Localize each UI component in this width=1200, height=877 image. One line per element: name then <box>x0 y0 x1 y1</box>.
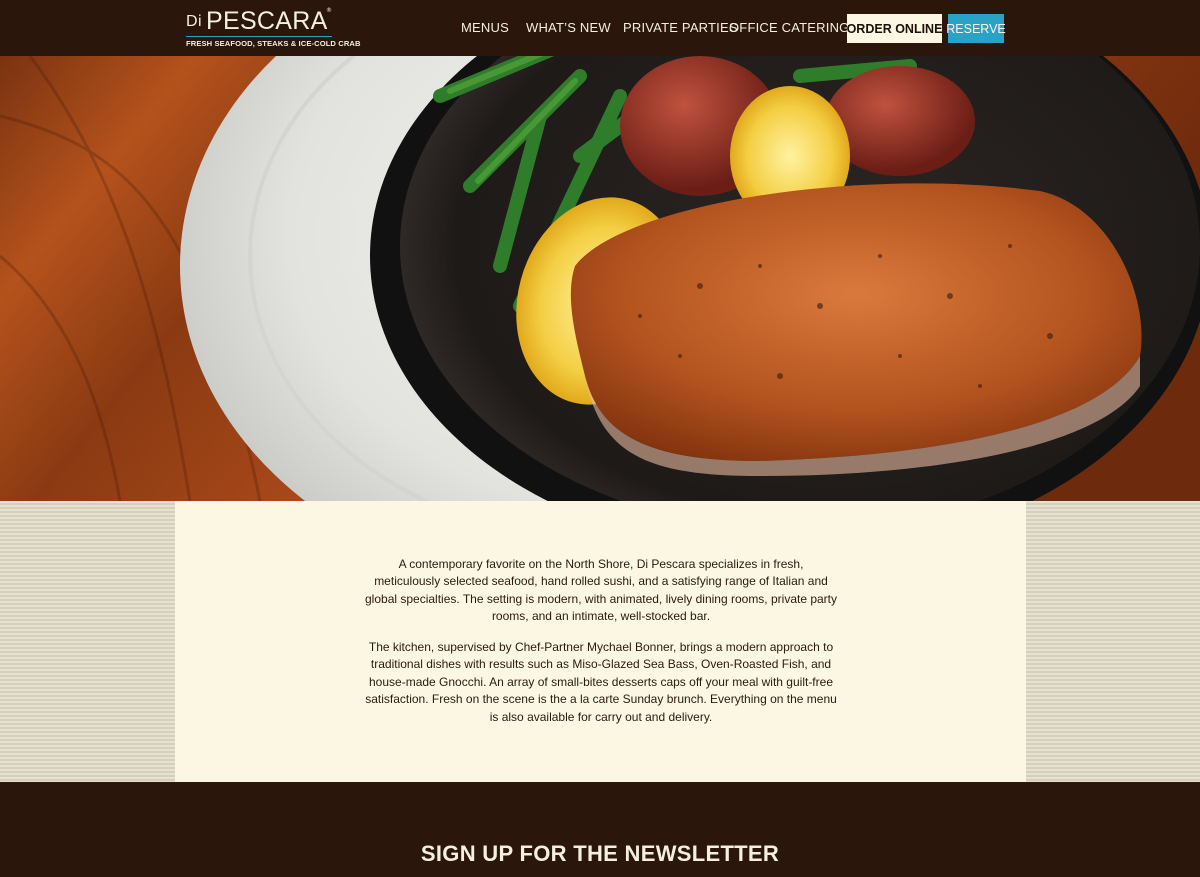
about-paragraph-2: The kitchen, supervised by Chef-Partner … <box>365 640 837 724</box>
nav-private-parties[interactable]: PRIVATE PARTIES <box>623 20 738 35</box>
logo-name: PESCARA <box>206 7 328 35</box>
nav-whats-new[interactable]: WHAT’S NEW <box>526 20 611 35</box>
nav-menus[interactable]: MENUS <box>461 20 509 35</box>
logo[interactable]: Di PESCARA ® FRESH SEAFOOD, STEAKS & ICE… <box>186 7 360 51</box>
logo-divider <box>186 36 332 37</box>
logo-registered-mark: ® <box>326 7 332 14</box>
hero-image <box>0 56 1200 501</box>
about-paragraph-1: A contemporary favorite on the North Sho… <box>365 557 838 624</box>
nav-office-catering[interactable]: OFFICE CATERING <box>729 20 849 35</box>
salmon-dish-image <box>0 56 1200 501</box>
logo-tagline: FRESH SEAFOOD, STEAKS & ICE-COLD CRAB <box>186 39 361 48</box>
newsletter-title: SIGN UP FOR THE NEWSLETTER <box>420 841 780 866</box>
reserve-button[interactable]: RESERVE <box>946 14 1006 43</box>
order-online-button[interactable]: ORDER ONLINE <box>847 14 942 43</box>
logo-prefix: Di <box>186 13 203 30</box>
newsletter-section: SIGN UP FOR THE NEWSLETTER <box>0 782 1200 877</box>
site-header: Di PESCARA ® FRESH SEAFOOD, STEAKS & ICE… <box>0 0 1200 56</box>
about-section: A contemporary favorite on the North Sho… <box>175 501 1026 782</box>
